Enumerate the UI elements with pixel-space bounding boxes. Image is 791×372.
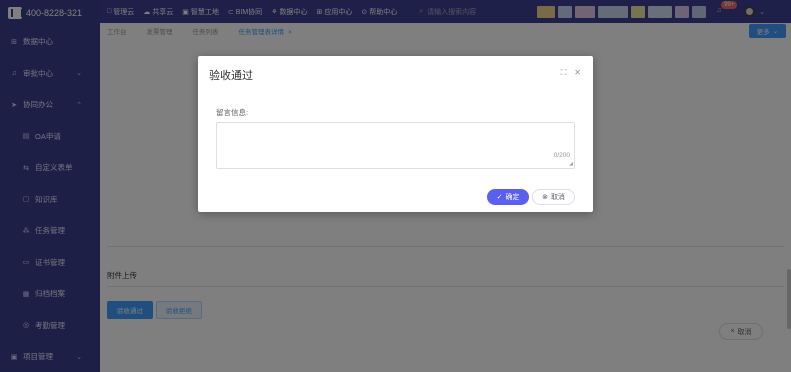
dialog-cancel-button[interactable]: ⊗ 取消 — [532, 189, 575, 205]
confirm-button[interactable]: ✓ 确定 — [487, 189, 529, 205]
char-count: 0/200 — [553, 152, 570, 159]
message-label: 留言信息: — [216, 108, 249, 117]
fullscreen-icon[interactable]: ⛶ — [561, 68, 567, 78]
close-icon[interactable]: ✕ — [574, 68, 581, 78]
dialog-tools: ⛶ ✕ — [561, 68, 581, 78]
resize-handle-icon[interactable]: ◢ — [569, 161, 573, 167]
confirm-label: 确定 — [505, 194, 520, 201]
message-textarea[interactable]: 0/200 ◢ — [216, 122, 575, 169]
dialog-cancel-label: 取消 — [550, 194, 565, 201]
dialog-title: 验收通过 — [209, 70, 253, 82]
check-icon: ✓ — [496, 194, 503, 201]
accept-dialog: 验收通过 ⛶ ✕ 留言信息: 0/200 ◢ ✓ 确定 ⊗ 取消 — [198, 56, 593, 212]
cancel-circle-icon: ⊗ — [542, 194, 548, 201]
